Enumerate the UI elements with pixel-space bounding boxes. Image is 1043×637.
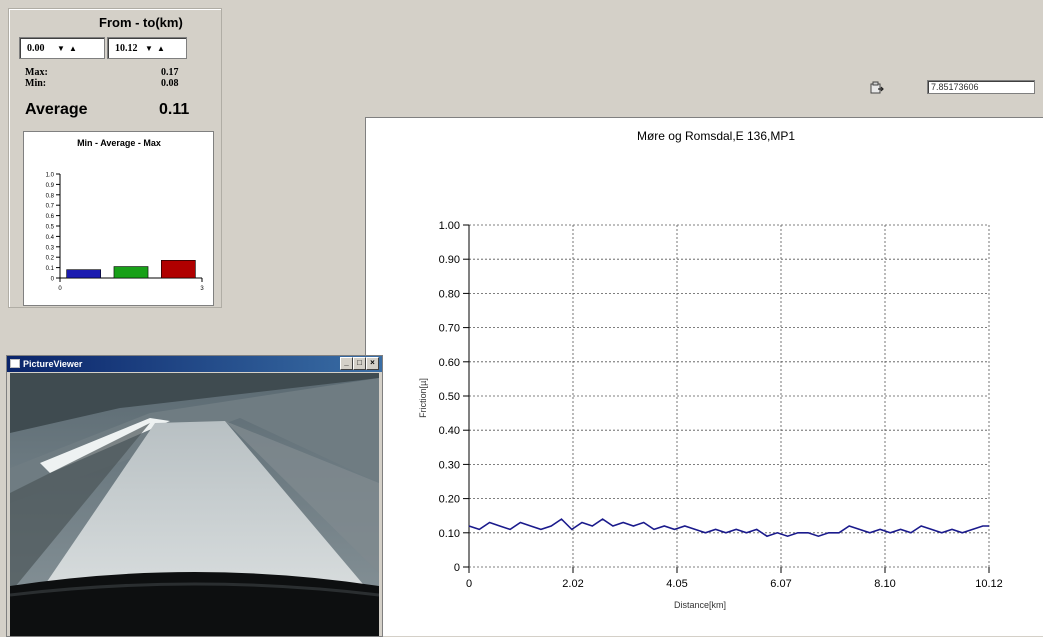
x-axis-label: Distance[km] (674, 600, 726, 610)
max-label: Max: (25, 67, 48, 78)
max-value: 0.17 (161, 67, 179, 78)
friction-chart-svg: Møre og Romsdal,E 136,MP1 Distance[km] F… (418, 129, 1003, 610)
range-stats-panel: From - to(km) 0.00 ▼ ▲ 10.12 ▼ ▲ Max: 0.… (8, 8, 222, 308)
x-tick-label: 2.02 (562, 578, 583, 590)
mini-y-tick-label: 0.2 (46, 256, 55, 262)
mini-y-tick-label: 0.7 (46, 204, 55, 210)
y-axis-label: Friction[µ] (418, 378, 428, 418)
mini-y-tick-label: 0.8 (46, 193, 55, 199)
y-tick-label: 0.90 (439, 254, 460, 266)
average-value: 0.11 (159, 101, 190, 118)
mini-y-tick-label: 0.6 (46, 214, 55, 220)
mini-y-tick-label: 0.9 (46, 183, 55, 189)
from-km-spinner[interactable]: 0.00 ▼ ▲ (19, 37, 105, 59)
mini-y-tick-label: 0 (51, 277, 55, 283)
minimize-button[interactable]: _ (340, 357, 353, 370)
y-tick-label: 0.70 (439, 323, 460, 335)
to-km-decrement-button[interactable]: ▼ (143, 44, 155, 53)
mini-y-tick-label: 0.4 (46, 235, 55, 241)
to-km-increment-button[interactable]: ▲ (155, 44, 167, 53)
min-average-max-svg: Min - Average - Max 1.0 0.9 0.8 0.7 0.6 0.5 0.… (46, 138, 205, 292)
value-input[interactable]: 7.85173606 (927, 80, 1035, 94)
chart-title: Møre og Romsdal,E 136,MP1 (637, 129, 795, 143)
maximize-button[interactable]: □ (353, 357, 366, 370)
min-label: Min: (25, 78, 47, 89)
picture-viewer-window[interactable]: PictureViewer _ □ × (6, 355, 383, 637)
average-label: Average (25, 101, 88, 118)
friction-series-line (468, 518, 989, 538)
y-tick-label: 0.50 (439, 391, 460, 403)
mini-y-tick-label: 0.1 (46, 266, 55, 272)
y-tick-label: 0.40 (439, 425, 460, 437)
x-tick-label: 10.12 (975, 578, 1003, 590)
y-tick-label: 1.00 (439, 220, 460, 232)
mini-y-tick-label: 0.3 (46, 245, 55, 251)
mini-chart-title: Min - Average - Max (77, 138, 161, 148)
y-tick-label: 0.80 (439, 288, 460, 300)
from-km-increment-button[interactable]: ▲ (67, 44, 79, 53)
picture-viewer-titlebar[interactable]: PictureViewer _ □ × (7, 356, 382, 372)
from-km-decrement-button[interactable]: ▼ (55, 44, 67, 53)
window-icon (10, 359, 20, 368)
picture-viewer-title: PictureViewer (23, 359, 83, 369)
x-tick-label: 6.07 (770, 578, 791, 590)
road-camera-image (10, 373, 379, 636)
mini-bar-average (113, 266, 149, 279)
close-button[interactable]: × (366, 357, 379, 370)
mini-bar-max (160, 260, 196, 279)
y-tick-label: 0.20 (439, 494, 460, 506)
min-average-max-chart: Min - Average - Max 1.0 0.9 0.8 0.7 0.6 0.5 0.… (23, 131, 214, 306)
y-tick-label: 0.10 (439, 528, 460, 540)
x-tick-label: 8.10 (874, 578, 895, 590)
mini-x-tick-label: 0 (58, 286, 62, 292)
mini-bar-min (66, 269, 102, 279)
mini-y-tick-label: 0.5 (46, 225, 55, 231)
mini-x-tick-label: 3 (200, 286, 204, 292)
mini-y-tick-label: 1.0 (46, 173, 55, 179)
range-title: From - to(km) (99, 15, 183, 30)
x-tick-label: 0 (466, 578, 472, 590)
export-icon[interactable] (870, 81, 884, 95)
min-value: 0.08 (161, 78, 179, 89)
to-km-value[interactable]: 10.12 (108, 43, 143, 54)
road-photo-svg (10, 373, 379, 636)
y-tick-label: 0 (454, 562, 460, 574)
from-km-value[interactable]: 0.00 (20, 43, 55, 54)
friction-chart: Møre og Romsdal,E 136,MP1 Distance[km] F… (365, 117, 1043, 636)
y-tick-label: 0.60 (439, 357, 460, 369)
x-tick-label: 4.05 (666, 578, 687, 590)
y-tick-label: 0.30 (439, 459, 460, 471)
to-km-spinner[interactable]: 10.12 ▼ ▲ (107, 37, 187, 59)
